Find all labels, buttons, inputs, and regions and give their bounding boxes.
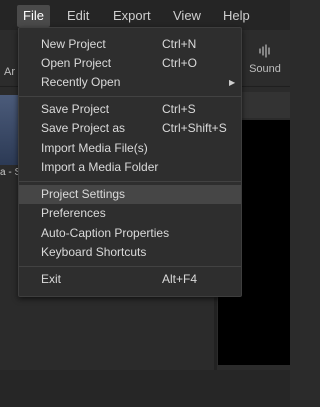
menu-item-save-project-as[interactable]: Save Project as Ctrl+Shift+S: [19, 119, 241, 138]
sound-button[interactable]: Sound: [245, 44, 285, 75]
waveform-icon: [259, 44, 270, 58]
menu-item-exit[interactable]: Exit Alt+F4: [19, 270, 241, 289]
menu-item-preferences[interactable]: Preferences: [19, 204, 241, 223]
menu-item-label: Save Project: [41, 102, 110, 116]
menu-separator: [19, 181, 241, 182]
menu-view[interactable]: View: [173, 8, 201, 24]
menu-item-label: Exit: [41, 272, 62, 286]
menu-item-new-project[interactable]: New Project Ctrl+N: [19, 35, 241, 54]
media-thumbnail[interactable]: [0, 95, 18, 165]
menu-item-label: Open Project: [41, 56, 112, 70]
menu-item-label: Preferences: [41, 206, 106, 220]
submenu-arrow-icon: ▶: [229, 78, 236, 87]
menu-export[interactable]: Export: [113, 8, 151, 24]
menu-help[interactable]: Help: [223, 8, 250, 24]
menu-item-label: Recently Open: [41, 75, 121, 89]
menu-item-import-media-files[interactable]: Import Media File(s): [19, 139, 241, 158]
menu-file[interactable]: File: [17, 5, 50, 27]
menu-item-import-media-folder[interactable]: Import a Media Folder: [19, 158, 241, 177]
menu-item-save-project[interactable]: Save Project Ctrl+S: [19, 100, 241, 119]
menu-separator: [19, 96, 241, 97]
menu-bar: File Edit Export View Help: [0, 0, 290, 30]
menu-item-shortcut: Ctrl+O: [162, 56, 198, 70]
menu-item-recently-open[interactable]: Recently Open ▶: [19, 73, 241, 92]
menu-item-label: Auto-Caption Properties: [41, 226, 170, 240]
menu-separator: [19, 266, 241, 267]
menu-item-shortcut: Ctrl+Shift+S: [162, 121, 227, 135]
menu-item-label: Import Media File(s): [41, 141, 148, 155]
menu-item-project-settings[interactable]: Project Settings: [19, 185, 241, 204]
menu-item-label: Keyboard Shortcuts: [41, 245, 147, 259]
file-menu-dropdown: New Project Ctrl+N Open Project Ctrl+O R…: [18, 27, 242, 297]
menu-item-open-project[interactable]: Open Project Ctrl+O: [19, 54, 241, 73]
menu-item-label: Import a Media Folder: [41, 160, 159, 174]
menu-item-keyboard-shortcuts[interactable]: Keyboard Shortcuts: [19, 243, 241, 262]
menu-item-label: New Project: [41, 37, 106, 51]
toolbar-left-label[interactable]: Ar: [4, 66, 15, 78]
menu-item-auto-caption-properties[interactable]: Auto-Caption Properties: [19, 224, 241, 243]
bottom-panel: [0, 370, 290, 407]
menu-item-shortcut: Ctrl+S: [162, 102, 196, 116]
menu-item-shortcut: Alt+F4: [162, 272, 198, 286]
menu-item-shortcut: Ctrl+N: [162, 37, 197, 51]
sound-label: Sound: [249, 63, 281, 75]
menu-item-label: Save Project as: [41, 121, 126, 135]
menu-edit[interactable]: Edit: [67, 8, 89, 24]
menu-item-label: Project Settings: [41, 187, 126, 201]
